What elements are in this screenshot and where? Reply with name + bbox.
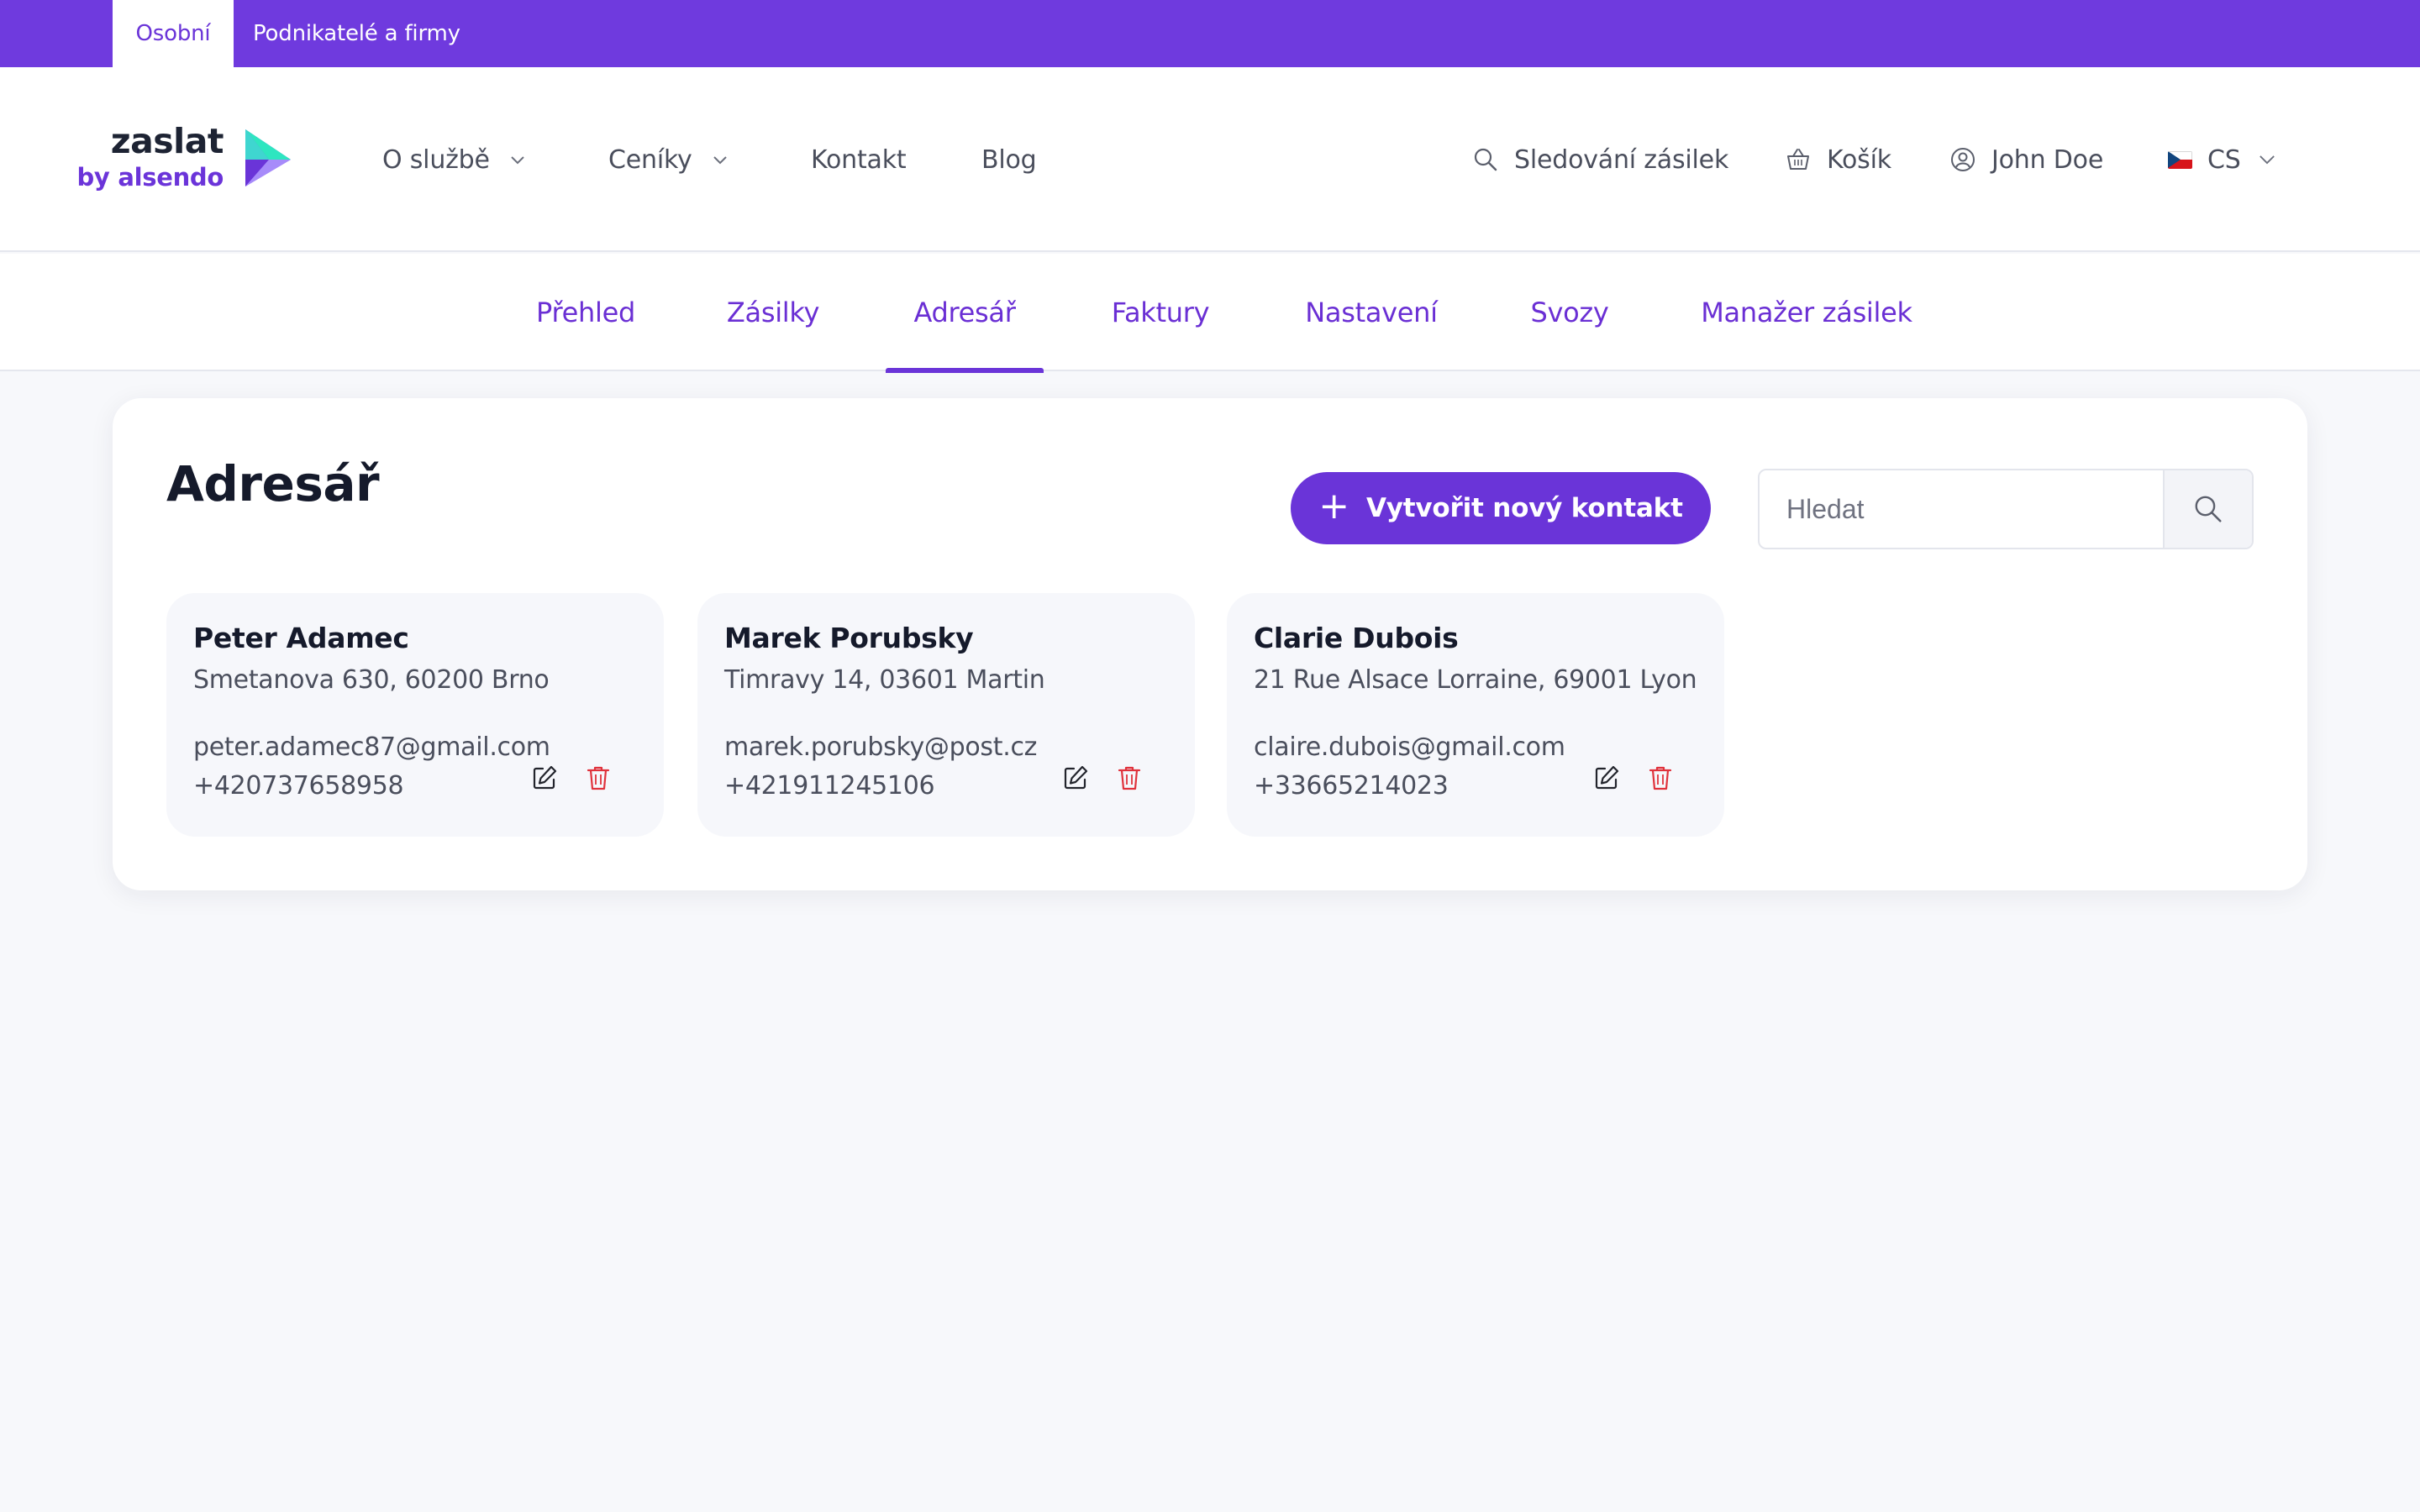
cart-label: Košík <box>1827 144 1891 175</box>
segment-bar: Osobní Podnikatelé a firmy <box>0 0 2420 67</box>
logo-play-icon <box>245 129 291 186</box>
nav-pricing[interactable]: Ceníky <box>608 134 729 185</box>
trash-icon <box>1118 766 1141 790</box>
edit-icon <box>1064 765 1088 790</box>
edit-button[interactable] <box>1059 761 1092 795</box>
delete-button[interactable] <box>1113 761 1146 795</box>
nav-about[interactable]: O službě <box>382 134 527 185</box>
contact-card: Clarie Dubois 21 Rue Alsace Lorraine, 69… <box>1227 593 1724 837</box>
edit-icon <box>1595 765 1619 790</box>
contact-address: Timravy 14, 03601 Martin <box>724 665 1045 695</box>
logo-tagline: by alsendo <box>76 163 224 192</box>
contact-phone: +420737658958 <box>193 771 404 801</box>
contact-phone: +421911245106 <box>724 771 935 801</box>
create-contact-button[interactable]: + Vytvořit nový kontakt <box>1291 472 1711 544</box>
tab-address-book[interactable]: Adresář <box>886 254 1044 373</box>
nav-about-label: O službě <box>382 144 490 175</box>
site-header: zaslat by alsendo O službě Ceníky Kontak… <box>0 67 2420 252</box>
trash-icon <box>1649 766 1672 790</box>
page-title: Adresář <box>166 455 380 512</box>
search-icon <box>1474 148 1497 171</box>
nav-contact[interactable]: Kontakt <box>811 134 907 185</box>
contact-email: marek.porubsky@post.cz <box>724 732 1038 762</box>
tab-invoices[interactable]: Faktury <box>1089 254 1232 371</box>
contact-address: 21 Rue Alsace Lorraine, 69001 Lyon <box>1254 665 1697 695</box>
nav-blog[interactable]: Blog <box>981 134 1037 185</box>
search-box <box>1758 469 2254 549</box>
language-label: CS <box>2207 144 2241 175</box>
tab-settings[interactable]: Nastavení <box>1286 254 1457 371</box>
contact-address: Smetanova 630, 60200 Brno <box>193 665 550 695</box>
search-button[interactable] <box>2163 470 2252 548</box>
tracking-label: Sledování zásilek <box>1514 144 1729 175</box>
contact-phone: +33665214023 <box>1254 771 1449 801</box>
delete-button[interactable] <box>1644 761 1677 795</box>
tab-shipment-manager[interactable]: Manažer zásilek <box>1689 254 1924 371</box>
contact-name: Peter Adamec <box>193 622 409 654</box>
segment-tab-business[interactable]: Podnikatelé a firmy <box>253 0 460 67</box>
contact-name: Clarie Dubois <box>1254 622 1459 654</box>
contact-name: Marek Porubsky <box>724 622 974 654</box>
language-selector[interactable]: CS <box>2168 134 2278 185</box>
tracking-link[interactable]: Sledování zásilek <box>1472 134 1728 185</box>
edit-button[interactable] <box>528 761 561 795</box>
chevron-down-icon <box>2259 155 2275 165</box>
user-menu[interactable]: John Doe <box>1949 134 2103 185</box>
contact-email: peter.adamec87@gmail.com <box>193 732 550 762</box>
tab-pickups[interactable]: Svozy <box>1519 254 1620 371</box>
logo-name: zaslat <box>110 121 224 161</box>
chevron-down-icon <box>713 156 727 165</box>
create-contact-label: Vytvořit nový kontakt <box>1365 493 1683 523</box>
tab-shipments[interactable]: Zásilky <box>704 254 842 371</box>
czech-flag-icon <box>2168 150 2192 169</box>
contact-email: claire.dubois@gmail.com <box>1254 732 1565 762</box>
chevron-down-icon <box>511 156 524 165</box>
search-icon <box>2195 496 2222 522</box>
basket-icon <box>1787 149 1809 170</box>
address-book-card: Adresář + Vytvořit nový kontakt Peter Ad… <box>113 398 2307 890</box>
user-name: John Doe <box>1991 144 2104 175</box>
plus-icon: + <box>1318 485 1349 528</box>
nav-blog-label: Blog <box>981 144 1037 175</box>
edit-button[interactable] <box>1590 761 1623 795</box>
trash-icon <box>587 766 610 790</box>
nav-contact-label: Kontakt <box>811 144 907 175</box>
user-icon <box>1951 148 1975 171</box>
nav-pricing-label: Ceníky <box>608 144 692 175</box>
logo[interactable]: zaslat by alsendo <box>76 121 306 205</box>
contact-card: Peter Adamec Smetanova 630, 60200 Brno p… <box>166 593 664 837</box>
tab-overview[interactable]: Přehled <box>509 254 662 371</box>
delete-button[interactable] <box>581 761 615 795</box>
account-tabs: Přehled Zásilky Adresář Faktury Nastaven… <box>0 254 2420 373</box>
contact-card: Marek Porubsky Timravy 14, 03601 Martin … <box>697 593 1195 837</box>
segment-tab-personal[interactable]: Osobní <box>113 0 234 67</box>
edit-icon <box>533 765 557 790</box>
cart-link[interactable]: Košík <box>1785 134 1891 185</box>
search-input[interactable] <box>1760 470 2163 548</box>
